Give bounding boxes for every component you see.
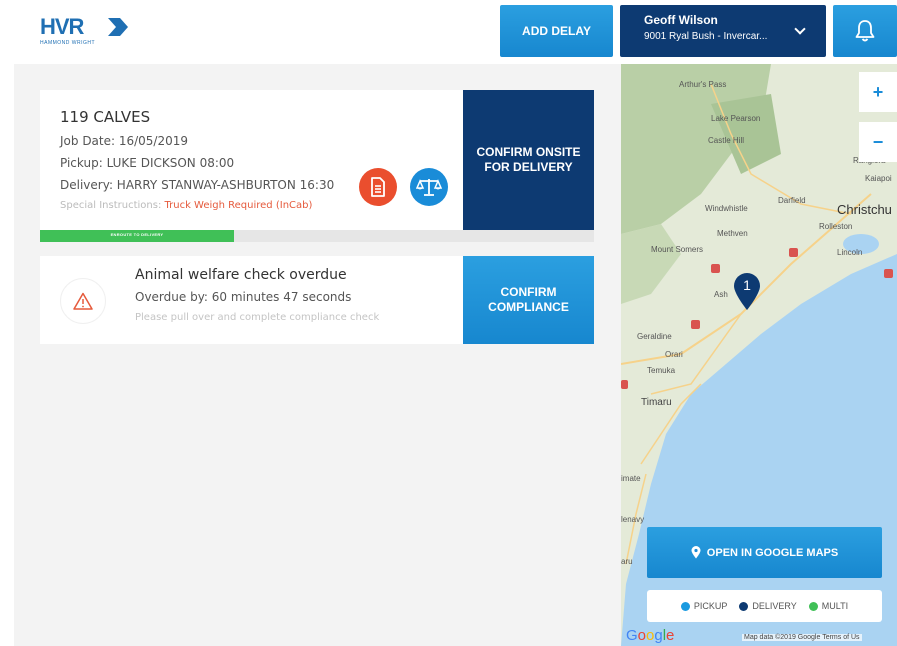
map-label-mount-somers: Mount Somers xyxy=(651,245,704,254)
map-label-glenavy: lenavy xyxy=(621,515,645,524)
special-instructions-label: Special Instructions: xyxy=(60,200,165,211)
marker-number: 1 xyxy=(743,277,751,293)
map-label-kaiapoi: Kaiapoi xyxy=(865,174,892,183)
welfare-note: Please pull over and complete compliance… xyxy=(135,312,380,323)
map-label-geraldine: Geraldine xyxy=(637,332,672,341)
location-pin-icon xyxy=(691,546,701,559)
map-label-temuka: Temuka xyxy=(647,366,676,375)
legend-multi-label: MULTI xyxy=(821,601,849,611)
user-menu[interactable]: Geoff Wilson 9001 Ryal Bush - Invercar..… xyxy=(620,5,826,57)
google-logo[interactable]: Google xyxy=(626,627,674,644)
bell-icon xyxy=(855,20,875,42)
add-delay-button[interactable]: ADD DELAY xyxy=(500,5,613,57)
zoom-out-button[interactable]: − xyxy=(859,122,897,162)
legend-multi: MULTI xyxy=(808,601,849,611)
top-header: HVR HAMMOND WRIGHT ADD DELAY Geoff Wilso… xyxy=(0,0,897,64)
legend-delivery-label: DELIVERY xyxy=(752,601,797,611)
map-label-arthurs-pass: Arthur's Pass xyxy=(679,80,727,89)
zoom-in-button[interactable]: + xyxy=(859,72,897,112)
map-label-rolleston: Rolleston xyxy=(819,222,853,231)
warning-icon xyxy=(73,292,93,310)
job-pickup: Pickup: LUKE DICKSON 08:00 xyxy=(60,156,235,170)
scale-icon xyxy=(416,179,442,196)
map-label-christchurch: Christchu xyxy=(837,202,892,217)
map-attribution[interactable]: Map data ©2019 Google Terms of Us xyxy=(742,634,862,641)
logo-arrow-icon xyxy=(108,18,128,36)
welfare-title: Animal welfare check overdue xyxy=(135,267,347,283)
welfare-text: Animal welfare check overdue Overdue by:… xyxy=(135,267,379,323)
map-label-ashburton: Ash xyxy=(714,290,728,299)
legend-delivery: DELIVERY xyxy=(739,601,797,611)
job-progress-bar: ENROUTE TO DELIVERY xyxy=(40,230,594,242)
open-google-maps-label: OPEN IN GOOGLE MAPS xyxy=(706,546,839,559)
app-root: HVR HAMMOND WRIGHT ADD DELAY Geoff Wilso… xyxy=(0,0,897,646)
map-label-lincoln: Lincoln xyxy=(837,248,863,257)
legend-pickup-label: PICKUP xyxy=(693,601,728,611)
map-label-lake-pearson: Lake Pearson xyxy=(711,114,761,123)
legend-delivery-dot xyxy=(739,601,749,611)
document-button[interactable] xyxy=(359,168,397,206)
job-date: Job Date: 16/05/2019 xyxy=(60,134,189,148)
map-label-methven: Methven xyxy=(717,229,748,238)
legend-pickup: PICKUP xyxy=(680,601,728,611)
job-progress-label: ENROUTE TO DELIVERY xyxy=(110,232,164,237)
notifications-button[interactable] xyxy=(833,5,897,57)
logo-text: HVR xyxy=(40,14,84,39)
confirm-onsite-button[interactable]: CONFIRM ONSITE FOR DELIVERY xyxy=(463,90,594,230)
legend-multi-dot xyxy=(808,601,818,611)
map-label-castle-hill: Castle Hill xyxy=(708,136,745,145)
map-label-darfield: Darfield xyxy=(778,196,806,205)
map-label-orari: Orari xyxy=(665,350,683,359)
open-google-maps-button[interactable]: OPEN IN GOOGLE MAPS xyxy=(647,527,882,578)
map-label-windwhistle: Windwhistle xyxy=(705,204,748,213)
warning-badge xyxy=(60,278,106,324)
legend-pickup-dot xyxy=(680,601,690,611)
delivery-marker[interactable]: 1 xyxy=(731,272,763,312)
welfare-overdue: Overdue by: 60 minutes 47 seconds xyxy=(135,290,352,304)
confirm-compliance-button[interactable]: CONFIRM COMPLIANCE xyxy=(463,256,594,344)
map-label-timaru: Timaru xyxy=(641,397,672,408)
job-title: 119 CALVES xyxy=(60,108,151,126)
company-logo[interactable]: HVR HAMMOND WRIGHT xyxy=(40,14,140,50)
logo-subtext: HAMMOND WRIGHT xyxy=(40,40,96,46)
map-legend: PICKUP DELIVERY MULTI xyxy=(647,590,882,622)
weigh-scale-button[interactable] xyxy=(410,168,448,206)
map-label-waimate: imate xyxy=(621,474,641,483)
document-icon xyxy=(371,177,385,197)
map-label-oamaru: aru xyxy=(621,557,633,566)
special-instructions-value: Truck Weigh Required (InCab) xyxy=(164,200,313,211)
